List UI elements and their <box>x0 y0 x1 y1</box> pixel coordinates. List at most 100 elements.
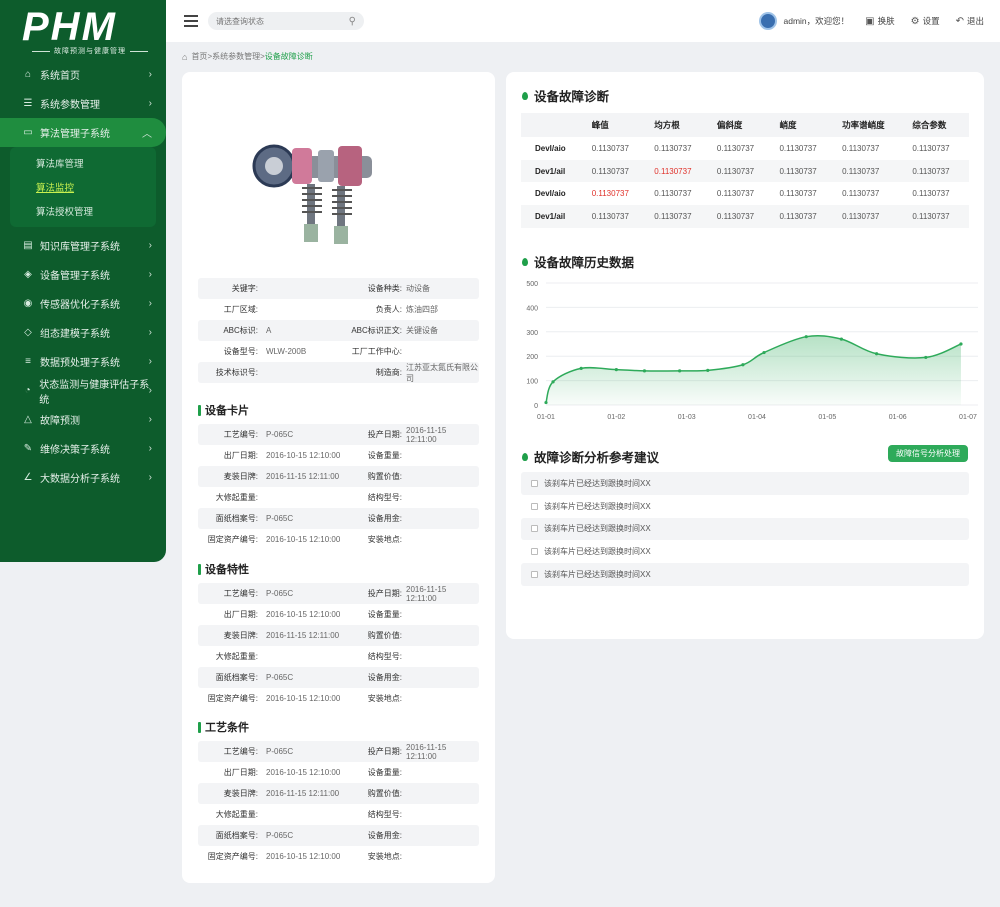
info-row: 面纸档案号: P-065C 设备用金: <box>198 825 479 846</box>
checkbox[interactable] <box>531 479 538 487</box>
section-title-text: 设备卡片 <box>205 405 249 417</box>
book-icon: ▤ <box>23 240 33 251</box>
info-row: 固定资产编号: 2016-10-15 12:10:00 安装地点: <box>198 688 479 709</box>
avatar[interactable] <box>759 12 778 30</box>
sidebar-item[interactable]: ▤ 知识库管理子系统 › <box>0 231 166 260</box>
suggestion-title-text: 故障诊断分析参考建议 <box>534 451 660 465</box>
data-point <box>614 368 618 372</box>
suggestion-item[interactable]: 该刹车片已经达到跟换时间XX <box>521 517 969 541</box>
sidebar-item[interactable]: ⌂ 系统首页 › <box>0 60 166 89</box>
sidebar-item[interactable]: △ 故障预测 › <box>0 405 166 434</box>
sidebar-item[interactable]: ◔ 状态监测与健康评估子系统 › <box>0 376 166 406</box>
chevron-right-icon: › <box>148 269 152 280</box>
sidebar-item[interactable]: ◉ 传感器优化子系统 › <box>0 289 166 318</box>
info-row: 大修起重量: 结构型号: <box>198 804 479 825</box>
sidebar-item-label: 数据预处理子系统 <box>40 358 120 369</box>
search-icon[interactable]: ⚲ <box>349 16 356 27</box>
settings-label: 设置 <box>922 16 940 26</box>
sidebar-item[interactable]: ◇ 组态建模子系统 › <box>0 318 166 347</box>
checkbox[interactable] <box>531 548 538 556</box>
field-label: 技术标识号: <box>215 368 258 377</box>
chevron-right-icon: › <box>148 472 152 483</box>
sidebar-item[interactable]: ✎ 维修决策子系统 › <box>0 434 166 463</box>
table-cell: 0.1130737 <box>842 189 880 199</box>
menu-toggle-icon[interactable] <box>184 15 198 27</box>
table-cell: 0.1130737 <box>912 189 950 199</box>
checkbox[interactable] <box>531 525 538 533</box>
section-table: 工艺编号: P-065C 投产日期: 2016-11-15 12:11:00 出厂… <box>198 583 479 709</box>
field-value: P-065C <box>266 514 294 523</box>
breadcrumb-home[interactable]: 首页 <box>191 51 207 62</box>
logout-button[interactable]: ↶ 退出 <box>956 15 984 27</box>
sidebar-item[interactable]: ☰ 系统参数管理 › <box>0 89 166 118</box>
section-table: 工艺编号: P-065C 投产日期: 2016-11-15 12:11:00 出厂… <box>198 741 479 867</box>
field-value: 2016-11-15 12:11:00 <box>266 472 340 481</box>
home-icon[interactable]: ⌂ <box>182 52 187 62</box>
x-tick-label: 01-05 <box>818 414 836 421</box>
sidebar-item[interactable]: ◈ 设备管理子系统 › <box>0 260 166 289</box>
field-value: P-065C <box>266 589 294 598</box>
search-box[interactable]: ⚲ <box>208 12 364 30</box>
sidebar-item-label: 传感器优化子系统 <box>40 300 120 311</box>
data-point <box>551 380 555 384</box>
chevron-right-icon: › <box>148 356 152 367</box>
suggestion-text: 该刹车片已经达到跟换时间XX <box>544 501 651 511</box>
submenu-item[interactable]: 算法授权管理 <box>10 201 156 225</box>
info-row: 工艺编号: P-065C 投产日期: 2016-11-15 12:11:00 <box>198 583 479 604</box>
section-title-text: 设备特性 <box>205 564 249 576</box>
checkbox[interactable] <box>531 502 538 510</box>
column-header: 功率谱峭度 <box>836 113 907 137</box>
breadcrumb-current: 设备故障诊断 <box>264 52 313 61</box>
data-point <box>741 363 745 367</box>
table-row[interactable]: Dev1/ail 0.1130737 0.1130737 0.1130737 0.113… <box>521 205 969 228</box>
map-pin-icon <box>522 91 528 100</box>
table-row[interactable]: Dev1/ail 0.1130737 0.1130737 0.1130737 0.113… <box>521 159 969 183</box>
sidebar-item-label: 知识库管理子系统 <box>40 242 120 253</box>
table-cell: 0.1130737 <box>906 159 969 183</box>
table-row[interactable]: Devl/aio 0.1130737 0.1130737 0.1130737 0.113… <box>521 137 969 160</box>
search-input[interactable] <box>216 16 349 26</box>
sidebar-item-label: 系统首页 <box>40 71 80 82</box>
submenu-item[interactable]: 算法监控 <box>10 177 156 201</box>
cube-icon: ◇ <box>24 327 32 338</box>
field-value: 2016-10-15 12:10:00 <box>266 535 341 544</box>
table-cell: 0.1130737 <box>773 159 837 183</box>
map-pin-icon <box>522 452 528 461</box>
sidebar-item-label: 状态监测与健康评估子系统 <box>39 379 150 406</box>
settings-button[interactable]: ⚙ 设置 <box>911 15 940 27</box>
breadcrumb-level1[interactable]: 系统参数管理 <box>212 51 260 62</box>
table-cell: 0.1130737 <box>585 159 649 183</box>
table-row[interactable]: Devl/aio 0.1130737 0.1130737 0.1130737 0.113… <box>521 182 969 205</box>
info-row: 麦装日牌: 2016-11-15 12:11:00 购置价值: <box>198 625 479 646</box>
submenu-item[interactable]: 算法库管理 <box>10 153 156 177</box>
info-row: 出厂日期: 2016-10-15 12:10:00 设备重量: <box>198 604 479 625</box>
signal-icon: ◉ <box>23 298 33 309</box>
table-header-row: 峰值 均方根 偏斜度 峭度 功率谱峭度 综合参数 <box>521 113 969 137</box>
suggestion-item[interactable]: 该刹车片已经达到跟换时间XX <box>521 563 969 586</box>
suggestion-item[interactable]: 该刹车片已经达到跟换时间XX <box>521 472 969 495</box>
logo-mark: PHM <box>22 5 117 49</box>
info-row: 大修起重量: 结构型号: <box>198 487 479 508</box>
field-value: 2016-11-15 12:11:00 <box>266 789 340 798</box>
suggestion-item[interactable]: 该刹车片已经达到跟换时间XX <box>521 495 969 518</box>
sidebar-item[interactable]: ∠ 大数据分析子系统 › <box>0 463 166 492</box>
sidebar-item-label: 系统参数管理 <box>40 100 100 111</box>
field-value: 2016-10-15 12:10:00 <box>266 610 341 619</box>
checkbox[interactable] <box>531 571 538 579</box>
data-point <box>804 335 808 339</box>
suggestion-item[interactable]: 该刹车片已经达到跟换时间XX <box>521 540 969 563</box>
suggestion-list: 该刹车片已经达到跟换时间XX 该刹车片已经达到跟换时间XX 该刹车片已经达到跟换时间… <box>521 472 969 586</box>
sidebar-item[interactable]: ≡ 数据预处理子系统 › <box>0 347 166 376</box>
field-label: 结构型号: <box>367 652 402 661</box>
info-row: ABC标识: A ABC标识正文: 关键设备 <box>198 320 479 341</box>
chevron-right-icon: › <box>148 298 152 309</box>
field-value: P-065C <box>266 673 294 682</box>
analyze-button[interactable]: 故障信号分析处理 <box>888 445 968 462</box>
table-cell: 0.1130737 <box>585 205 649 228</box>
y-tick-label: 500 <box>526 281 538 288</box>
sidebar-item[interactable]: ▭ 算法管理子系统 ︿ <box>0 118 166 147</box>
skin-button[interactable]: ▣ 换肤 <box>865 15 894 27</box>
device-info-table: 关键字: 设备种类: 动设备 工厂区域: 负责人: 炼油四部 ABC标识: A AB… <box>198 278 479 383</box>
sidebar-item-label: 设备管理子系统 <box>40 271 110 282</box>
data-point <box>678 369 682 373</box>
